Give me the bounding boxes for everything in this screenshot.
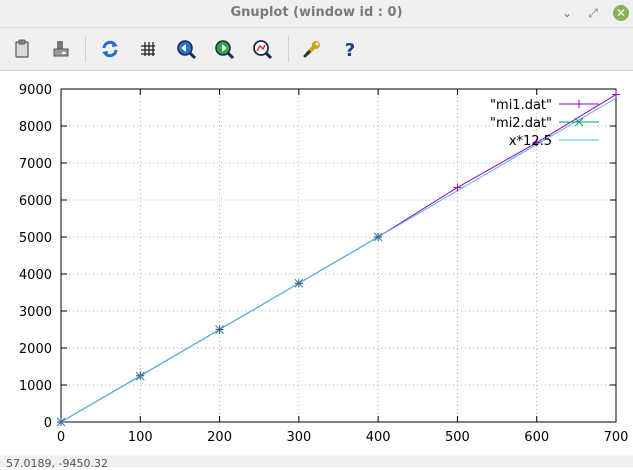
- legend-label: x*12.5: [509, 134, 552, 149]
- copy-clipboard-icon[interactable]: [10, 37, 34, 61]
- y-tick-label: 0: [44, 416, 52, 431]
- toolbar-separator: [288, 36, 289, 62]
- chart-svg[interactable]: 0 100 200 300 400 500 600 700010002000300040005…: [0, 71, 633, 455]
- window-title: Gnuplot (window id : 0): [230, 5, 403, 20]
- settings-icon[interactable]: [300, 37, 324, 61]
- x-tick-label: 200: [207, 430, 232, 445]
- y-tick-label: 9000: [19, 83, 52, 98]
- x-tick-label: 600: [524, 430, 549, 445]
- y-tick-label: 2000: [19, 342, 52, 357]
- y-tick-label: 1000: [19, 379, 52, 394]
- close-button[interactable]: ✕: [613, 5, 629, 21]
- y-tick-label: 8000: [19, 120, 52, 135]
- next-zoom-icon[interactable]: [212, 37, 236, 61]
- previous-zoom-icon[interactable]: [174, 37, 198, 61]
- plot-area[interactable]: 0 100 200 300 400 500 600 700 0 1000 2000 3000 4000 5…: [0, 71, 633, 455]
- autoscale-icon[interactable]: [250, 37, 274, 61]
- maximize-button[interactable]: ⤢: [584, 4, 602, 22]
- print-icon[interactable]: [49, 37, 73, 61]
- toolbar: ?: [0, 28, 633, 71]
- y-tick-label: 3000: [19, 305, 52, 320]
- svg-text:?: ?: [345, 40, 355, 61]
- legend-label: "mi1.dat": [490, 98, 552, 113]
- y-tick-label: 6000: [19, 194, 52, 209]
- help-icon[interactable]: ?: [338, 37, 362, 61]
- status-bar: 57.0189, -9450.32: [0, 455, 633, 470]
- y-tick-label: 5000: [19, 231, 52, 246]
- x-tick-label: 700: [604, 430, 629, 445]
- x-tick-label: 500: [445, 430, 470, 445]
- x-tick-label: 400: [366, 430, 391, 445]
- y-tick-label: 7000: [19, 157, 52, 172]
- mouse-coordinates: 57.0189, -9450.32: [6, 457, 108, 470]
- legend-label: "mi2.dat": [490, 116, 552, 131]
- window-titlebar: Gnuplot (window id : 0) ⌄ ⤢ ✕: [0, 0, 633, 28]
- toolbar-separator: [85, 36, 86, 62]
- y-tick-label: 4000: [19, 268, 52, 283]
- minimize-button[interactable]: ⌄: [558, 4, 576, 22]
- grid-icon[interactable]: [136, 37, 160, 61]
- x-tick-label: 0: [57, 430, 65, 445]
- x-tick-label: 100: [128, 430, 153, 445]
- x-tick-label: 300: [286, 430, 311, 445]
- replot-icon[interactable]: [98, 37, 122, 61]
